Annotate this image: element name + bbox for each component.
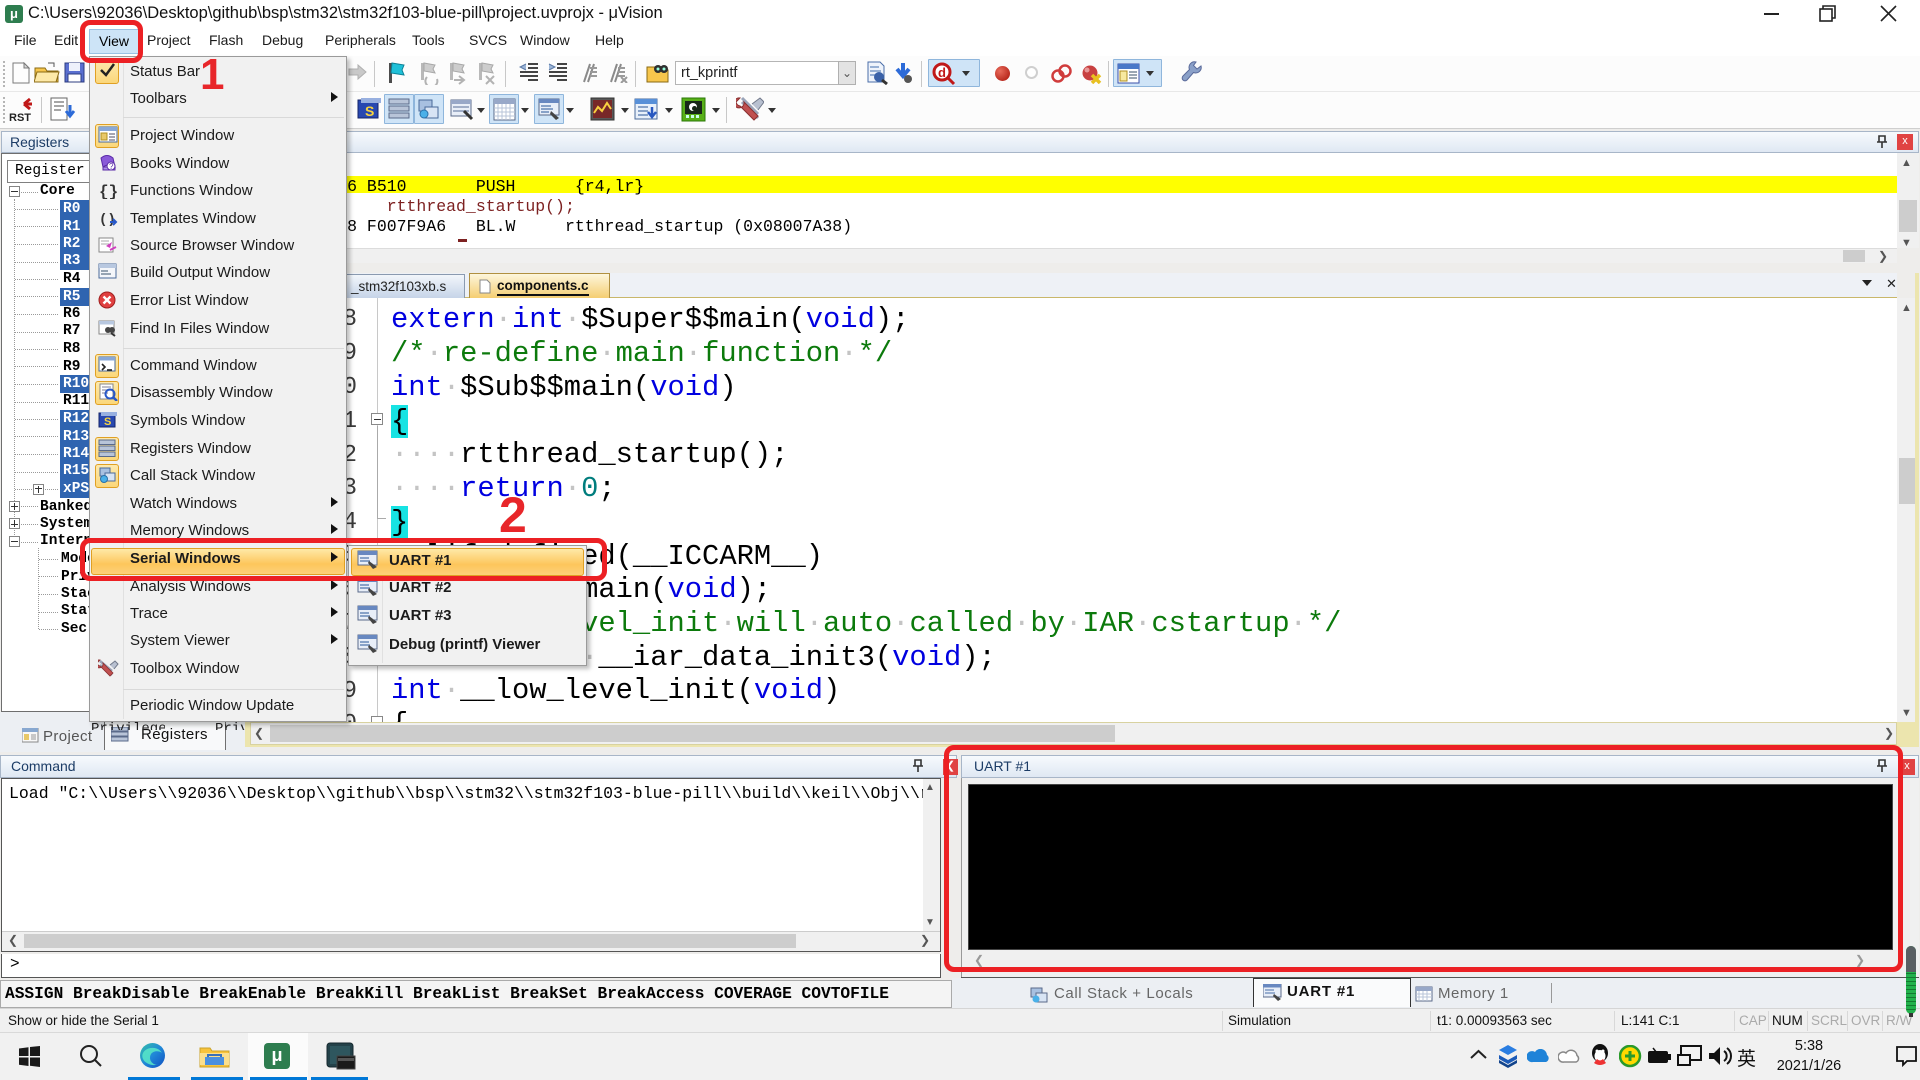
svg-text:S: S <box>365 103 374 119</box>
svg-text:d: d <box>938 65 946 80</box>
svg-text:{}: {} <box>99 183 118 199</box>
svg-text:?: ? <box>109 162 114 171</box>
svg-text:S: S <box>104 416 111 428</box>
